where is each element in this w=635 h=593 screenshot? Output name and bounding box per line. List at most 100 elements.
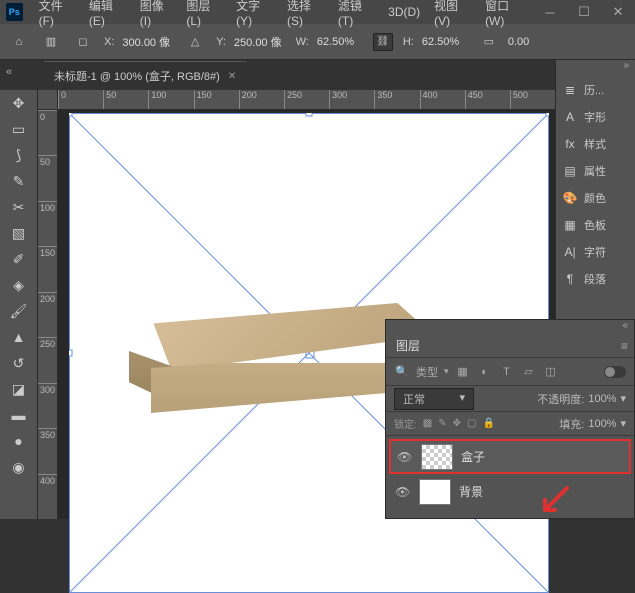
ruler-horizontal: 050100150200250300350400450500 [58, 90, 555, 110]
layer-name: 盒子 [461, 448, 485, 465]
panel-properties[interactable]: ▤属性 [556, 157, 635, 184]
frame-tool[interactable]: ▧ [5, 222, 33, 244]
filter-pixel-icon[interactable]: ▦ [455, 364, 471, 380]
panel-glyphs[interactable]: A字形 [556, 103, 635, 130]
menu-window[interactable]: 窗口(W) [479, 0, 531, 30]
fill-value[interactable]: 100% [588, 418, 616, 430]
stamp-tool[interactable]: ▲ [5, 326, 33, 348]
search-icon[interactable]: 🔍 [394, 364, 410, 380]
swap-xy-icon[interactable]: △ [184, 31, 206, 53]
w-value[interactable]: 62.50% [313, 34, 363, 50]
transform-icon[interactable]: ▥ [40, 31, 62, 53]
char-icon: A| [562, 244, 578, 260]
document-tab[interactable]: 未标题-1 @ 100% (盒子, RGB/8#) ✕ [44, 61, 246, 90]
opacity-label: 不透明度: [537, 391, 584, 407]
lock-pos-icon[interactable]: ✥ [453, 418, 461, 429]
blur-tool[interactable]: ● [5, 430, 33, 452]
history-icon: ≣ [562, 82, 578, 98]
link-wh-icon[interactable]: ⛓ [373, 33, 393, 51]
menu-filter[interactable]: 滤镜(T) [332, 0, 380, 30]
layer-row-box[interactable]: 👁 盒子 [389, 439, 631, 474]
history-brush-tool[interactable]: ↺ [5, 352, 33, 374]
angle-value[interactable]: 0.00 [504, 34, 554, 50]
menu-bar: Ps 文件(F) 编辑(E) 图像(I) 图层(L) 文字(Y) 选择(S) 滤… [0, 0, 635, 24]
healing-tool[interactable]: ◈ [5, 274, 33, 296]
layers-tab[interactable]: 图层 ≡ [386, 334, 634, 358]
swatch-icon: ▦ [562, 217, 578, 233]
quick-select-tool[interactable]: ✎ [5, 170, 33, 192]
fx-icon: fx [562, 136, 578, 152]
tab-close-icon[interactable]: ✕ [228, 71, 236, 82]
layer-filter-bar: 🔍 类型 ▾ ▦ ◐ T ▱ ◫ [386, 358, 634, 386]
ruler-corner [38, 90, 58, 110]
brush-tool[interactable]: 🖌 [5, 300, 33, 322]
layers-menu-icon[interactable]: ≡ [621, 339, 634, 353]
y-value[interactable]: 250.00 像 [230, 32, 286, 52]
menu-file[interactable]: 文件(F) [33, 0, 81, 30]
filter-shape-icon[interactable]: ▱ [521, 364, 537, 380]
collapse-toolbar-icon[interactable]: « [6, 66, 12, 78]
tab-title: 未标题-1 @ 100% (盒子, RGB/8#) [54, 68, 220, 84]
ruler-vertical: 050100150200250300350400 [38, 110, 58, 519]
panel-swatches[interactable]: ▦色板 [556, 211, 635, 238]
lock-trans-icon[interactable]: ▩ [423, 418, 432, 429]
eraser-tool[interactable]: ◪ [5, 378, 33, 400]
document-tabs: « 未标题-1 @ 100% (盒子, RGB/8#) ✕ [0, 60, 635, 90]
panel-paragraph[interactable]: ¶段落 [556, 265, 635, 292]
filter-type-icon[interactable]: T [499, 364, 515, 380]
filter-adjust-icon[interactable]: ◐ [477, 364, 493, 380]
lock-all-icon[interactable]: 🔒 [482, 418, 494, 429]
angle-icon: ▭ [478, 31, 500, 53]
menu-layer[interactable]: 图层(L) [180, 0, 228, 30]
panel-character[interactable]: A|字符 [556, 238, 635, 265]
filter-label: 类型 [416, 364, 438, 380]
filter-smart-icon[interactable]: ◫ [543, 364, 559, 380]
menu-view[interactable]: 视图(V) [428, 0, 477, 30]
panel-history[interactable]: ≣历... [556, 76, 635, 103]
layers-collapse-icon[interactable]: « [386, 320, 634, 334]
h-value[interactable]: 62.50% [418, 34, 468, 50]
menu-edit[interactable]: 编辑(E) [83, 0, 132, 30]
menu-type[interactable]: 文字(Y) [230, 0, 279, 30]
dodge-tool[interactable]: ◉ [5, 456, 33, 478]
panel-styles[interactable]: fx样式 [556, 130, 635, 157]
bounds-icon[interactable]: ◻ [72, 31, 94, 53]
menu-image[interactable]: 图像(I) [134, 0, 179, 30]
y-label: Y: [216, 36, 226, 48]
window-minimize[interactable]: ─ [533, 0, 567, 24]
lasso-tool[interactable]: ⟆ [5, 144, 33, 166]
panel-color[interactable]: 🎨颜色 [556, 184, 635, 211]
filter-toggle[interactable] [604, 366, 626, 378]
eyedropper-tool[interactable]: ✐ [5, 248, 33, 270]
crop-tool[interactable]: ✂ [5, 196, 33, 218]
tool-bar: ✥ ▭ ⟆ ✎ ✂ ▧ ✐ ◈ 🖌 ▲ ↺ ◪ ▬ ● ◉ [0, 90, 38, 519]
visibility-icon[interactable]: 👁 [395, 485, 411, 499]
visibility-icon[interactable]: 👁 [397, 450, 413, 464]
x-value[interactable]: 300.00 像 [118, 32, 174, 52]
lock-paint-icon[interactable]: ✎ [438, 418, 446, 429]
window-close[interactable]: ✕ [601, 0, 635, 24]
menu-3d[interactable]: 3D(D) [382, 3, 426, 21]
fill-label: 填充: [559, 416, 584, 432]
layer-row-background[interactable]: 👁 背景 [389, 474, 631, 509]
palette-icon: 🎨 [562, 190, 578, 206]
marquee-tool[interactable]: ▭ [5, 118, 33, 140]
blend-mode-dropdown[interactable]: 正常▾ [394, 388, 474, 410]
layers-panel: « 图层 ≡ 🔍 类型 ▾ ▦ ◐ T ▱ ◫ 正常▾ 不透明度: 100%▾ … [385, 319, 635, 519]
para-icon: ¶ [562, 271, 578, 287]
menu-select[interactable]: 选择(S) [281, 0, 330, 30]
opacity-value[interactable]: 100% [588, 393, 616, 405]
lock-label: 锁定: [394, 416, 417, 431]
w-label: W: [296, 36, 309, 48]
props-icon: ▤ [562, 163, 578, 179]
layer-name: 背景 [459, 483, 483, 500]
gradient-tool[interactable]: ▬ [5, 404, 33, 426]
lock-artboard-icon[interactable]: ▢ [467, 418, 476, 429]
panel-collapse-icon[interactable]: » [556, 60, 635, 76]
h-label: H: [403, 36, 414, 48]
window-maximize[interactable]: ☐ [567, 0, 601, 24]
home-icon[interactable]: ⌂ [8, 31, 30, 53]
layer-thumbnail [421, 444, 453, 470]
layer-thumbnail [419, 479, 451, 505]
move-tool[interactable]: ✥ [5, 92, 33, 114]
